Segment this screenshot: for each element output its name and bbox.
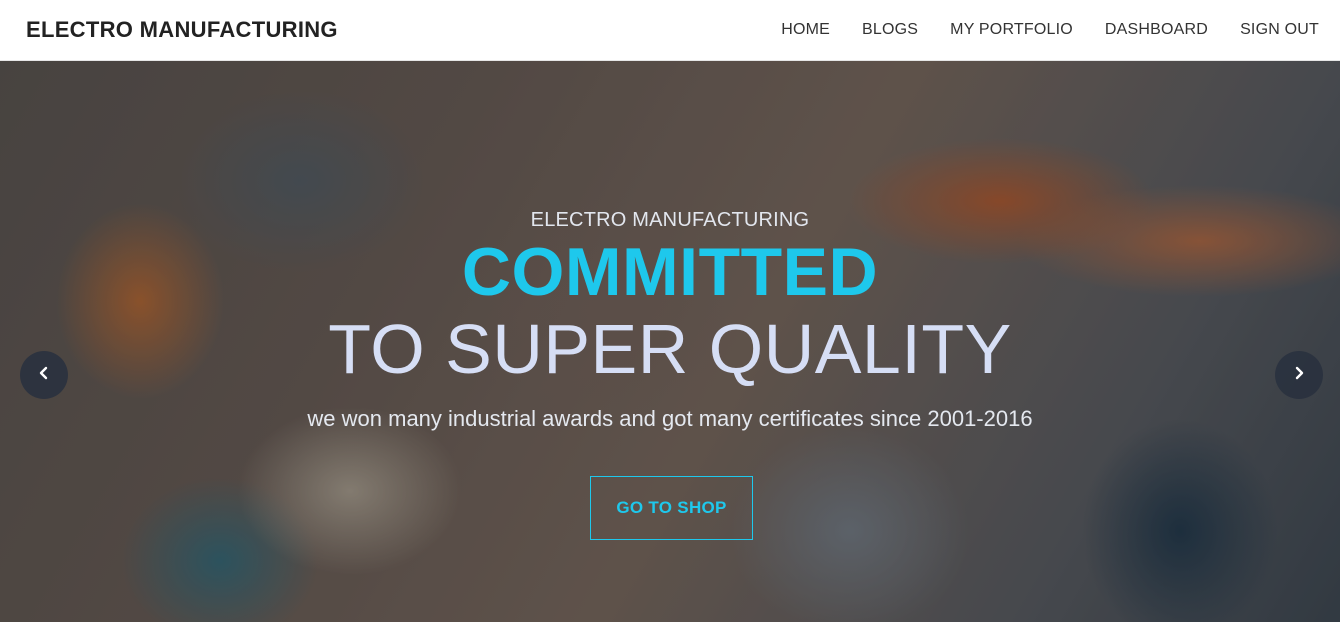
nav-link-dashboard[interactable]: DASHBOARD <box>1105 21 1208 39</box>
nav-link-my-portfolio[interactable]: MY PORTFOLIO <box>950 21 1073 39</box>
chevron-left-icon <box>37 366 51 385</box>
navbar: ELECTRO MANUFACTURING HOME BLOGS MY PORT… <box>0 0 1340 61</box>
chevron-right-icon <box>1292 366 1306 385</box>
nav-link-home[interactable]: HOME <box>781 21 830 39</box>
carousel-next-button[interactable] <box>1275 351 1323 399</box>
hero-carousel: ELECTRO MANUFACTURING COMMITTED TO SUPER… <box>0 61 1340 622</box>
hero-content: ELECTRO MANUFACTURING COMMITTED TO SUPER… <box>0 61 1340 622</box>
nav-link-blogs[interactable]: BLOGS <box>862 21 918 39</box>
hero-subtitle: TO SUPER QUALITY <box>328 310 1012 388</box>
hero-description: we won many industrial awards and got ma… <box>307 406 1033 431</box>
main-nav: HOME BLOGS MY PORTFOLIO DASHBOARD SIGN O… <box>781 21 1319 39</box>
go-to-shop-button[interactable]: GO TO SHOP <box>590 476 753 540</box>
hero-eyebrow: ELECTRO MANUFACTURING <box>530 209 810 231</box>
carousel-prev-button[interactable] <box>20 351 68 399</box>
nav-link-sign-out[interactable]: SIGN OUT <box>1240 21 1319 39</box>
brand-logo[interactable]: ELECTRO MANUFACTURING <box>26 17 338 43</box>
hero-title: COMMITTED <box>461 234 879 310</box>
